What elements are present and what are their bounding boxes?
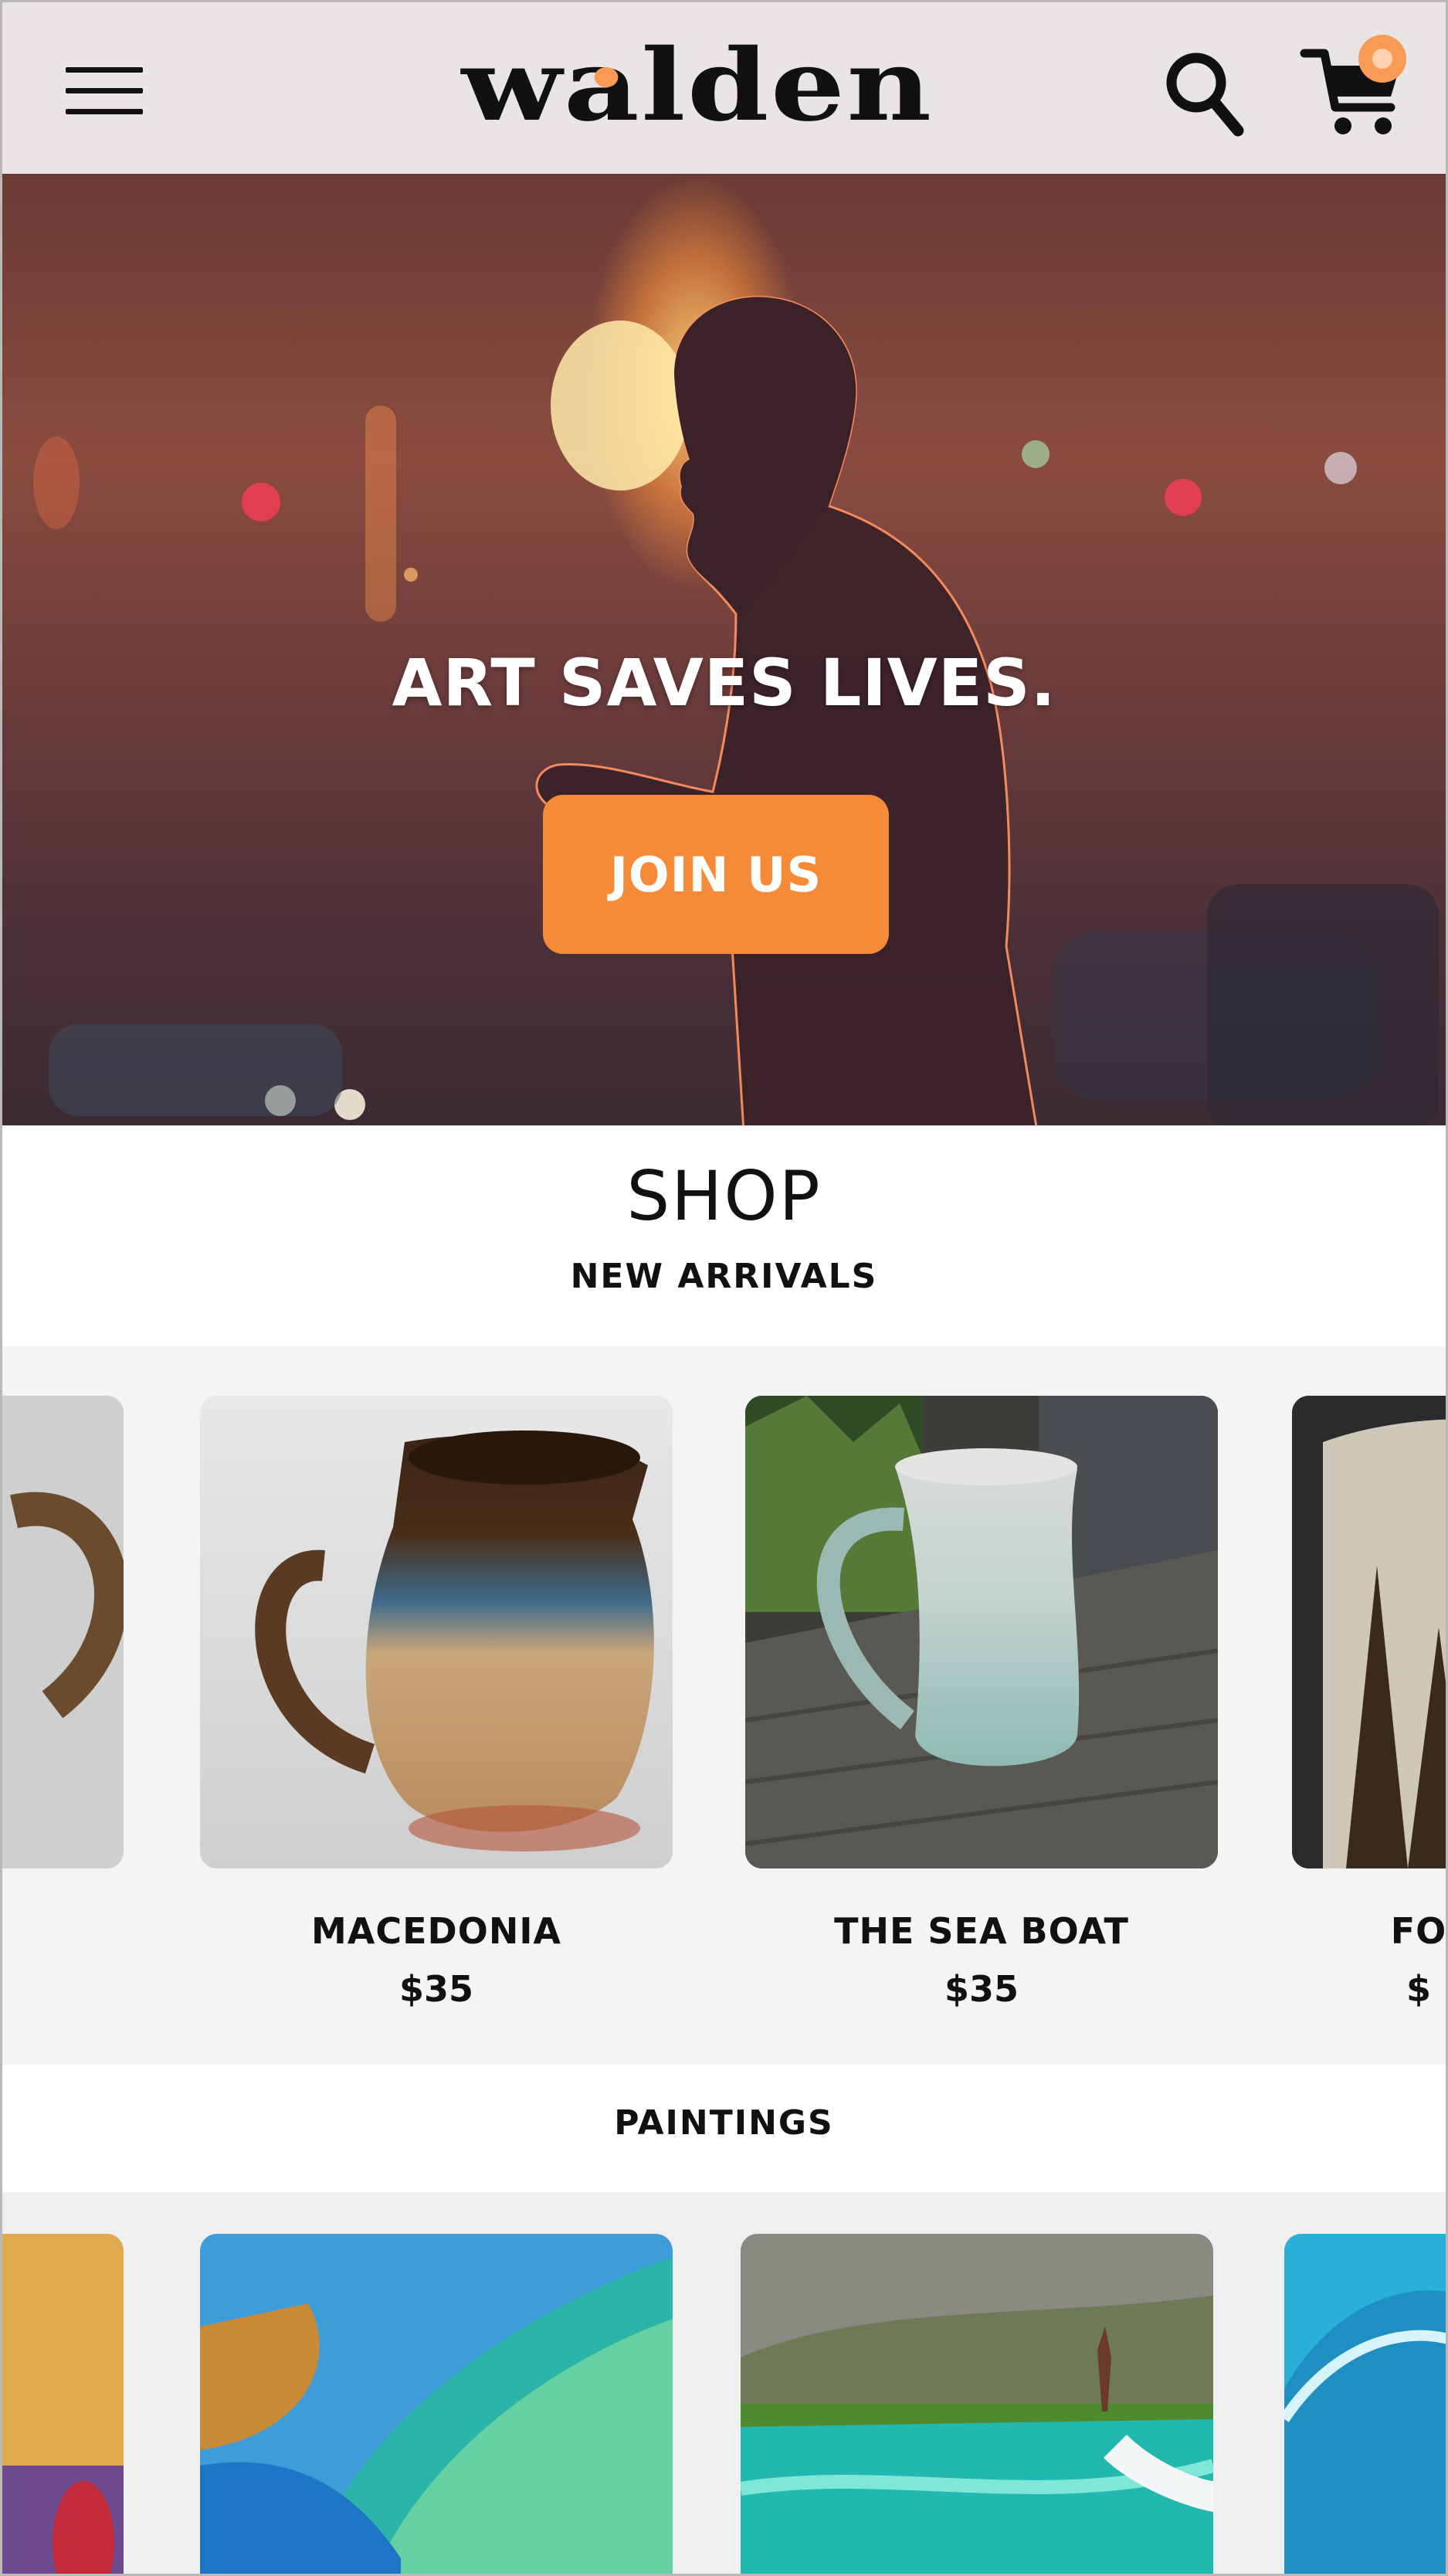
bokeh-light [404,568,418,582]
product-name[interactable]: MACEDONIA [200,1910,673,1952]
shop-section-header: SHOP NEW ARRIVALS [2,1125,1446,1346]
page-frame: walden ART SAVES LIVES. JOIN US SHOP NEW… [0,0,1448,2576]
hero-title: ART SAVES LIVES. [392,645,1056,721]
mug-image [2,1396,124,1868]
cart-badge [1358,35,1406,83]
mug-image [745,1396,1218,1868]
new-arrivals-carousel[interactable]: MACEDONIA $35 THE SEA BOAT $35 FO $ [2,1346,1446,2065]
mug-image [200,1396,673,1868]
bokeh-light [33,436,80,529]
painting-image [1284,2234,1446,2574]
site-logo[interactable]: walden [405,32,989,140]
product-card-partial-left[interactable] [2,1396,124,1868]
join-us-button[interactable]: JOIN US [543,795,889,954]
paintings-section-header: PAINTINGS [2,2065,1446,2192]
painting-card-partial-left[interactable] [2,2234,124,2574]
painting-image [200,2234,673,2574]
painting-card-partial-right[interactable] [1284,2234,1446,2574]
mug-image [1292,1396,1446,1868]
bokeh-light [1165,479,1202,516]
bokeh-light [1324,452,1357,484]
logo-dot [594,67,619,87]
product-card-macedonia[interactable] [200,1396,673,1868]
hamburger-menu-icon[interactable] [66,67,143,115]
painting-image [2,2234,124,2574]
logo-text: walden [461,28,934,144]
bokeh-light [365,406,396,622]
product-price: $35 [944,1968,1019,2010]
product-name[interactable]: FO [1182,1910,1446,1952]
painting-image [741,2234,1213,2574]
product-card-the-sea-boat[interactable] [745,1396,1218,1868]
new-arrivals-heading: NEW ARRIVALS [570,1257,878,1296]
bokeh-light [1207,884,1439,1125]
bokeh-light [242,483,280,521]
product-price: $35 [398,1968,474,2010]
hero-banner: ART SAVES LIVES. JOIN US [2,174,1446,1125]
shop-title: SHOP [626,1156,822,1236]
paintings-carousel[interactable] [2,2192,1446,2574]
product-card-partial-right[interactable] [1292,1396,1446,1868]
paintings-heading: PAINTINGS [614,2103,834,2143]
top-header: walden [2,2,1446,175]
painting-card-wave[interactable] [200,2234,673,2574]
product-price: $ [1406,1968,1431,2010]
search-icon[interactable] [1161,47,1246,140]
product-name[interactable]: THE SEA BOAT [745,1910,1218,1952]
painting-card-surfer[interactable] [741,2234,1213,2574]
bokeh-light [49,1023,342,1116]
